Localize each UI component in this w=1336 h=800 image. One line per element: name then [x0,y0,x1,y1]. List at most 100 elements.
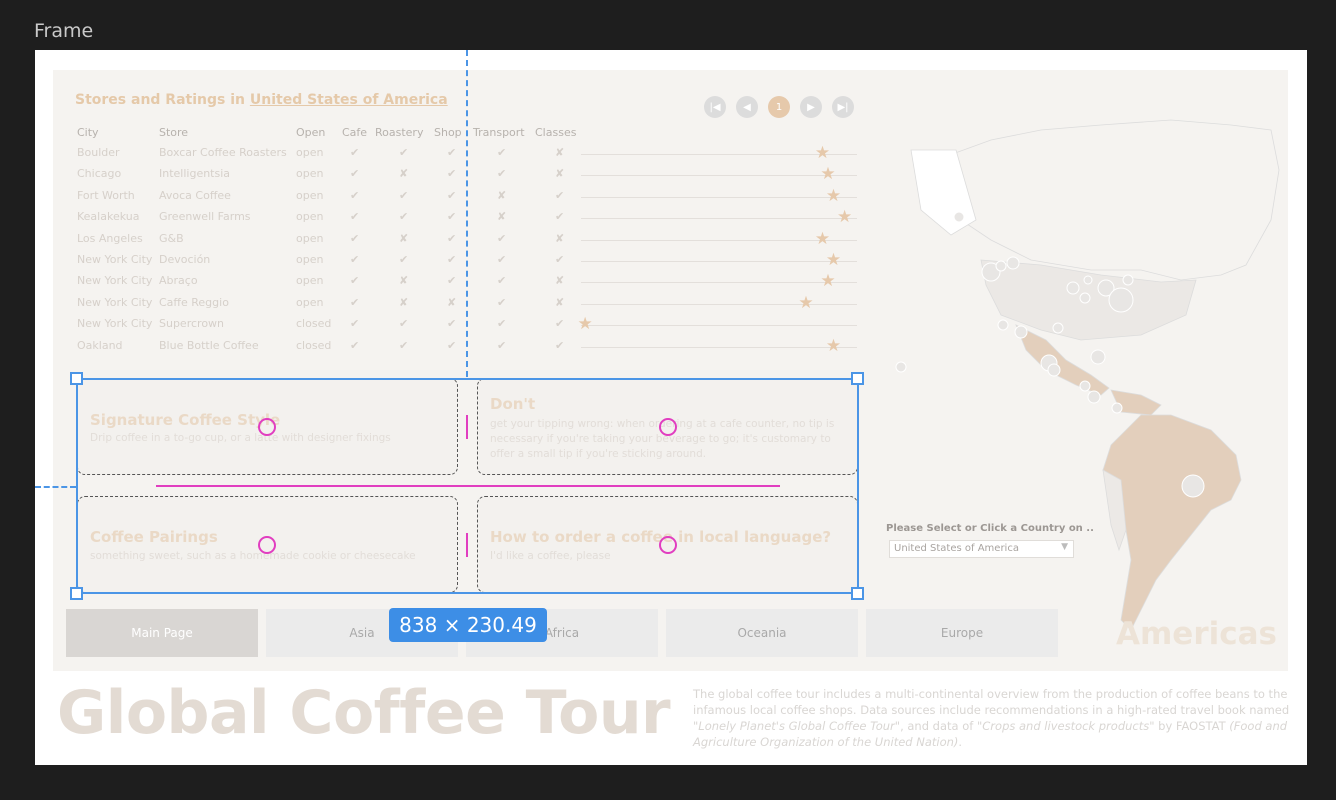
table-cell-roastery: ✘ [399,274,409,288]
table-cell-shop: ✔ [447,231,457,245]
chevron-down-icon: ▼ [1061,542,1068,552]
table-cell-open: closed [296,338,332,352]
table-cell-transport: ✘ [497,210,507,224]
table-cell-roastery: ✘ [399,231,409,245]
resize-handle-br[interactable] [851,587,864,600]
table-cell-open: open [296,274,324,288]
table-cell-city: New York City [77,274,153,288]
spacing-indicator [156,485,780,487]
table-cell-store: Greenwell Farms [159,210,251,224]
table-cell-shop: ✔ [447,210,457,224]
rating-track [581,261,857,262]
table-cell-cafe: ✔ [350,167,360,181]
table-cell-city: Oakland [77,338,123,352]
table-cell-open: open [296,210,324,224]
rating-star-icon[interactable]: ★ [815,145,830,162]
rating-track [581,175,857,177]
table-cell-cafe: ✔ [350,253,360,266]
dimension-badge: 838 × 230.49 [389,608,547,642]
center-marker [258,536,276,554]
resize-handle-tr[interactable] [851,372,864,385]
region-title: Americas [1116,616,1277,652]
table-cell-shop: ✔ [447,167,457,181]
table-cell-roastery: ✔ [399,210,409,224]
table-cell-city: New York City [77,253,153,266]
rating-track [581,218,857,220]
rating-star-icon[interactable]: ★ [578,316,593,333]
desc-text: , and data of [900,719,977,733]
table-cell-classes: ✘ [555,167,565,181]
table-cell-cafe: ✔ [350,317,360,331]
rating-star-icon[interactable]: ★ [815,230,830,248]
table-cell-classes: ✘ [555,146,565,159]
desc-text: by FAOSTAT [1154,719,1230,733]
table-cell-transport: ✘ [497,188,507,202]
spacing-indicator [466,533,468,557]
table-cell-transport: ✔ [497,231,507,245]
table-cell-transport: ✔ [497,253,507,266]
table-cell-shop: ✔ [447,188,457,202]
table-cell-shop: ✔ [447,253,457,266]
vertical-guide [466,50,468,377]
table-cell-city: Los Angeles [77,231,143,245]
rating-star-icon[interactable]: ★ [820,273,835,290]
table-cell-open: open [296,295,324,309]
table-cell-classes: ✘ [555,274,565,288]
table-cell-store: Supercrown [159,317,225,331]
rating-star-icon[interactable]: ★ [826,187,841,205]
table-cell-cafe: ✔ [350,231,360,245]
nav-oceania[interactable]: Oceania [666,609,858,657]
table-cell-classes: ✔ [555,210,565,224]
column-header: Cafe [342,126,368,139]
rating-star-icon[interactable]: ★ [798,294,813,312]
table-cell-store: Blue Bottle Coffee [159,338,259,352]
table-cell-classes: ✘ [555,295,565,309]
table-cell-classes: ✘ [555,231,565,245]
desc-book: "Lonely Planet's Global Coffee Tour" [693,719,901,733]
horizontal-guide [35,486,76,488]
table-cell-open: open [296,167,324,181]
rating-star-icon[interactable]: ★ [820,166,835,183]
rating-track [581,346,857,348]
table-cell-classes: ✔ [555,338,565,352]
nav-europe[interactable]: Europe [866,609,1058,657]
center-marker [258,418,276,436]
table-cell-open: open [296,188,324,202]
table-cell-shop: ✔ [447,274,457,288]
desc-text: . [958,735,963,749]
americas-map[interactable] [841,70,1281,671]
resize-handle-tl[interactable] [70,372,83,385]
table-cell-shop: ✔ [447,146,457,159]
page-title: Global Coffee Tour [57,678,671,748]
country-select[interactable]: United States of America ▼ [889,540,1074,558]
table-cell-store: Avoca Coffee [159,188,231,202]
column-header: Open [296,126,326,139]
table-cell-transport: ✔ [497,317,507,331]
nav-main-page[interactable]: Main Page [66,609,258,657]
table-cell-shop: ✔ [447,338,457,352]
country-select-label: Please Select or Click a Country on .. [886,523,1094,534]
table-cell-roastery: ✔ [399,317,409,331]
column-header: Transport [473,126,525,139]
table-cell-city: Boulder [77,146,120,159]
rating-star-icon[interactable]: ★ [826,337,841,355]
table-cell-city: Kealakekua [77,210,140,224]
desc-text: The global coffee tour includes a multi-… [693,687,1290,717]
table-cell-shop: ✔ [447,317,457,331]
center-marker [659,418,677,436]
desc-data: "Crops and livestock products" [976,719,1155,733]
table-cell-classes: ✔ [555,188,565,202]
rating-star-icon[interactable]: ★ [837,209,852,226]
column-header: Store [159,126,189,139]
table-cell-transport: ✔ [497,338,507,352]
resize-handle-bl[interactable] [70,587,83,600]
rating-star-icon[interactable]: ★ [826,252,841,269]
column-header: Shop [434,126,462,139]
table-cell-store: Abraço [159,274,198,288]
table-cell-cafe: ✔ [350,274,360,288]
table-cell-store: Caffe Reggio [159,295,229,309]
table-cell-transport: ✔ [497,274,507,288]
table-cell-store: Boxcar Coffee Roasters [159,146,287,159]
description: The global coffee tour includes a multi-… [693,686,1293,750]
table-cell-city: New York City [77,295,153,309]
